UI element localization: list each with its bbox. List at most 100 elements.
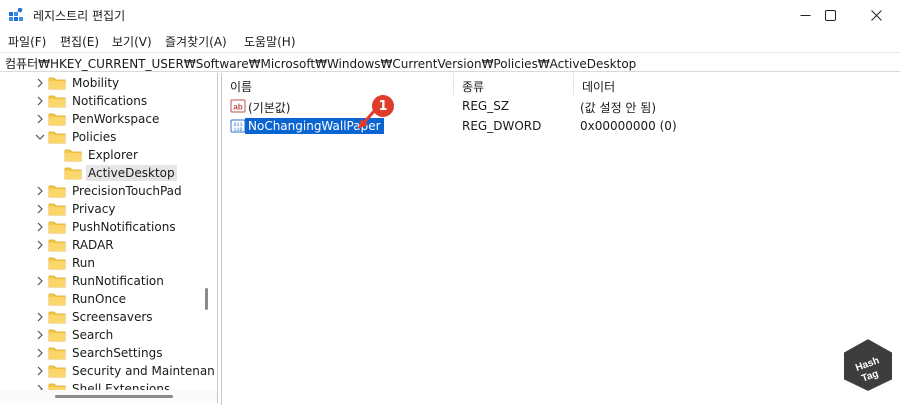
tree-item-label: PenWorkspace: [72, 112, 160, 126]
close-icon: [870, 9, 882, 21]
folder-icon: [48, 112, 66, 126]
tree-item-label: ActiveDesktop: [86, 165, 177, 181]
title-bar: 레지스트리 편집기: [0, 0, 900, 30]
registry-editor-icon: [9, 8, 23, 21]
chevron-right-icon[interactable]: [34, 92, 46, 110]
tree-item-explorer[interactable]: Explorer: [50, 146, 140, 164]
chevron-down-icon[interactable]: [34, 128, 46, 146]
menu-view[interactable]: 보기(V): [110, 33, 154, 50]
maximize-button[interactable]: [807, 0, 853, 30]
tree-item-label: Search: [72, 328, 114, 342]
tree-item-search[interactable]: Search: [34, 326, 115, 344]
menu-help[interactable]: 도움말(H): [242, 33, 298, 50]
chevron-right-icon[interactable]: [34, 344, 46, 362]
svg-text:110: 110: [233, 127, 242, 133]
column-header-name[interactable]: 이름: [222, 73, 454, 95]
chevron-right-icon[interactable]: [34, 110, 46, 128]
tree-item-label: PushNotifications: [72, 220, 176, 234]
tree-item-runnotification[interactable]: RunNotification: [34, 272, 166, 290]
value-data: 0x00000000 (0): [580, 119, 677, 133]
value-type: REG_SZ: [462, 99, 510, 113]
value-row[interactable]: ab (기본값) REG_SZ (값 설정 안 됨): [222, 97, 900, 116]
values-list-pane[interactable]: 이름 종류 데이터 ab (기본값) REG_SZ (값 설정 안 됨) 011…: [221, 73, 900, 405]
folder-icon: [48, 274, 66, 288]
tree-item-privacy[interactable]: Privacy: [34, 200, 117, 218]
binary-value-icon: 011 110: [230, 119, 246, 133]
tree-item-policies[interactable]: Policies: [34, 128, 118, 146]
folder-icon: [48, 76, 66, 90]
tree-item-label: Security and Maintenan: [72, 364, 215, 378]
tree-item-screensavers[interactable]: Screensavers: [34, 308, 155, 326]
tree-item-label: Privacy: [72, 202, 116, 216]
close-button[interactable]: [853, 0, 899, 30]
tree-item-label: Policies: [72, 130, 117, 144]
tree-item-label: Notifications: [72, 94, 148, 108]
tree-item-pushnotifications[interactable]: PushNotifications: [34, 218, 178, 236]
column-header-type[interactable]: 종류: [454, 73, 574, 95]
menu-bar: 파일(F) 편집(E) 보기(V) 즐겨찾기(A) 도움말(H): [0, 30, 900, 52]
tree-item-security-and-maintenan[interactable]: Security and Maintenan: [34, 362, 217, 380]
folder-icon: [48, 328, 66, 342]
hashtag-logo: Hash Tag: [842, 336, 894, 394]
chevron-right-icon[interactable]: [34, 272, 46, 290]
menu-favorites[interactable]: 즐겨찾기(A): [163, 33, 229, 50]
tree-item-mobility[interactable]: Mobility: [34, 74, 121, 92]
folder-icon: [48, 184, 66, 198]
maximize-icon: [824, 9, 836, 21]
tree-item-label: Mobility: [72, 76, 120, 90]
value-row-selected[interactable]: 011 110 NoChangingWallPaper REG_DWORD 0x…: [222, 117, 900, 136]
scrollbar-thumb[interactable]: [55, 395, 173, 398]
chevron-right-icon[interactable]: [34, 236, 46, 254]
chevron-right-icon[interactable]: [34, 308, 46, 326]
folder-icon: [48, 292, 66, 306]
chevron-right-icon[interactable]: [34, 182, 46, 200]
folder-icon: [48, 220, 66, 234]
tree-item-searchsettings[interactable]: SearchSettings: [34, 344, 164, 362]
tree-item-precisiontouchpad[interactable]: PrecisionTouchPad: [34, 182, 184, 200]
value-data: (값 설정 안 됨): [580, 101, 657, 115]
chevron-right-icon[interactable]: [34, 218, 46, 236]
address-bar[interactable]: 컴퓨터₩HKEY_CURRENT_USER₩Software₩Microsoft…: [0, 52, 900, 72]
chevron-right-icon[interactable]: [34, 362, 46, 380]
tree-item-label: Screensavers: [72, 310, 153, 324]
tree-item-notifications[interactable]: Notifications: [34, 92, 149, 110]
tree-item-label: RADAR: [72, 238, 114, 252]
string-value-icon: ab: [230, 99, 246, 113]
chevron-right-icon[interactable]: [34, 326, 46, 344]
tree-item-penworkspace[interactable]: PenWorkspace: [34, 110, 161, 128]
folder-icon: [48, 202, 66, 216]
value-name: (기본값): [248, 101, 291, 115]
tree-item-label: RunNotification: [72, 274, 164, 288]
folder-icon: [48, 238, 66, 252]
window-title: 레지스트리 편집기: [33, 9, 126, 23]
value-type: REG_DWORD: [462, 119, 542, 133]
folder-icon: [48, 130, 66, 144]
folder-icon: [48, 364, 66, 378]
tree-item-label: SearchSettings: [72, 346, 163, 360]
svg-text:ab: ab: [233, 103, 242, 112]
tree-horizontal-scrollbar[interactable]: [0, 390, 217, 403]
tree-item-label: PrecisionTouchPad: [72, 184, 182, 198]
tree-item-label: Explorer: [88, 148, 138, 162]
tree-item-run[interactable]: Run: [34, 254, 97, 272]
address-path[interactable]: 컴퓨터₩HKEY_CURRENT_USER₩Software₩Microsoft…: [5, 55, 636, 72]
key-tree-pane[interactable]: Mobility Notifications PenWorkspace Policie…: [0, 73, 218, 403]
folder-icon: [48, 94, 66, 108]
chevron-right-icon[interactable]: [34, 74, 46, 92]
tree-item-label: RunOnce: [72, 292, 127, 306]
tree-item-runonce[interactable]: RunOnce: [34, 290, 128, 308]
tree-item-radar[interactable]: RADAR: [34, 236, 116, 254]
tree-item-label: Run: [72, 256, 96, 270]
column-header-data[interactable]: 데이터: [574, 73, 900, 95]
tree-item-activedesktop[interactable]: ActiveDesktop: [50, 164, 177, 182]
menu-file[interactable]: 파일(F): [6, 33, 48, 50]
chevron-right-icon[interactable]: [34, 200, 46, 218]
folder-icon: [64, 148, 82, 162]
folder-icon: [48, 346, 66, 360]
menu-edit[interactable]: 편집(E): [58, 33, 101, 50]
folder-icon: [48, 256, 66, 270]
tree-vertical-scrollbar-thumb[interactable]: [205, 288, 208, 310]
